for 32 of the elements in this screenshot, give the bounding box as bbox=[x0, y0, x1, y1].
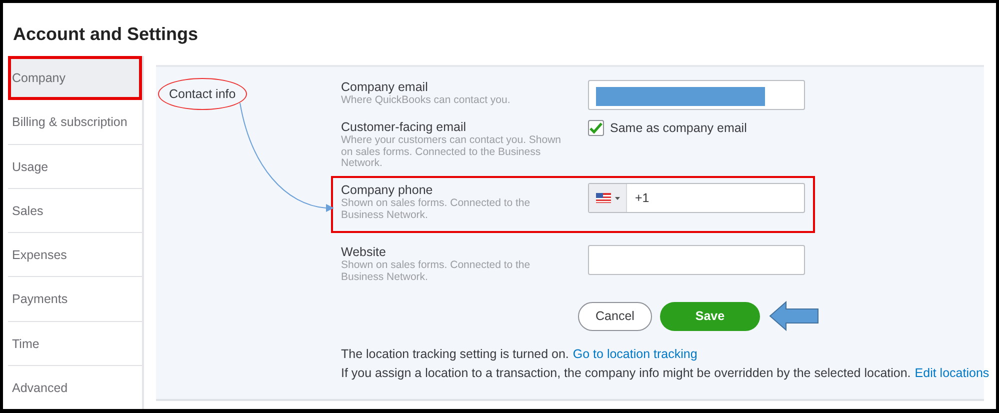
save-button[interactable]: Save bbox=[660, 302, 760, 330]
checkbox[interactable] bbox=[588, 120, 604, 136]
sidebar-item[interactable]: Usage bbox=[8, 144, 142, 189]
email-field[interactable] bbox=[588, 80, 805, 110]
phone-value: +1 bbox=[634, 191, 650, 205]
field-label: Customer-facing email bbox=[341, 120, 468, 135]
field-hint: Shown on sales forms. Connected to the Business Network. bbox=[341, 260, 532, 283]
sidebar-item[interactable]: Time bbox=[8, 322, 142, 366]
flag-icon bbox=[596, 193, 622, 203]
field-label: Website bbox=[341, 245, 387, 260]
sidebar-item[interactable]: Billing & subscription bbox=[8, 100, 142, 145]
sidebar-item[interactable]: Expenses bbox=[8, 233, 142, 278]
field-hint: Shown on sales forms. Connected to the Business Network. bbox=[341, 198, 532, 221]
checkbox-label: Same as company email bbox=[610, 121, 747, 135]
field-label: Company phone bbox=[341, 183, 434, 198]
note-text: The location tracking setting is turned on. bbox=[341, 347, 569, 361]
cancel-button[interactable]: Cancel bbox=[578, 302, 652, 330]
country-dropdown[interactable] bbox=[589, 184, 627, 212]
website-field[interactable] bbox=[588, 245, 805, 275]
page-title: Account and Settings bbox=[12, 23, 200, 46]
note-text: If you assign a location to a transaction, the company info might be overridden by the selected location. bbox=[341, 366, 911, 380]
note-link[interactable]: Edit locations bbox=[914, 366, 990, 380]
sidebar-item[interactable]: Advanced bbox=[8, 366, 142, 409]
note-link[interactable]: Go to location tracking bbox=[572, 347, 698, 361]
sidebar-item[interactable]: Sales bbox=[8, 188, 142, 234]
sidebar-item[interactable]: Payments bbox=[8, 277, 142, 322]
field-label: Company email bbox=[341, 80, 429, 95]
section-label: Contact info bbox=[158, 78, 247, 110]
sidebar-item[interactable]: Company bbox=[8, 56, 142, 100]
phone-field[interactable]: +1 bbox=[588, 183, 805, 213]
field-hint: Where your customers can contact you. Shown on sales forms. Connected to the Business Network. bbox=[341, 135, 562, 170]
field-hint: Where QuickBooks can contact you. bbox=[341, 95, 512, 106]
